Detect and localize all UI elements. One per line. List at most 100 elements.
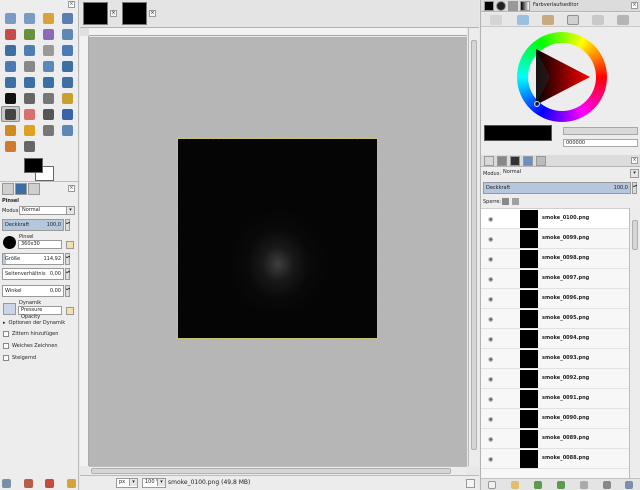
delete-options-icon[interactable]	[45, 479, 55, 488]
tool-options-close-icon[interactable]: ×	[68, 185, 75, 192]
gradient-editor-tab-label[interactable]: Farbverlaufseditor	[533, 2, 579, 8]
angle-spin[interactable]: ▴▾	[65, 285, 70, 297]
horizontal-scrollbar[interactable]	[89, 466, 467, 475]
reset-options-icon[interactable]	[66, 479, 76, 488]
colormap-tab[interactable]	[523, 156, 533, 166]
scales-selector-icon[interactable]	[592, 15, 604, 25]
layer-row[interactable]: ◉ smoke_0096.png	[481, 289, 629, 309]
paths-tool[interactable]	[58, 26, 77, 42]
opacity-spin[interactable]: ▴▾	[65, 219, 70, 231]
history-color-bar[interactable]	[563, 127, 638, 135]
angle-slider[interactable]: Winkel 0,00	[2, 285, 64, 297]
incremental-checkbox[interactable]	[3, 355, 9, 361]
eye-icon[interactable]: ◉	[488, 356, 493, 363]
eye-icon[interactable]: ◉	[488, 276, 493, 283]
delete-layer-icon[interactable]	[625, 480, 634, 489]
dynamics-select[interactable]: Pressure Opacity	[18, 306, 62, 320]
aspect-slider[interactable]: Seitenverhältnis 0,00	[2, 268, 64, 280]
airbrush-tool[interactable]	[39, 106, 58, 122]
brush-preview[interactable]	[3, 236, 16, 249]
color-picker-tool[interactable]	[1, 42, 20, 58]
colors-dock-close-icon[interactable]: ×	[631, 2, 638, 9]
save-options-icon[interactable]	[2, 479, 11, 488]
brushes-tab[interactable]	[496, 1, 506, 11]
blur-tool[interactable]	[58, 122, 77, 138]
layer-row[interactable]: ◉ smoke_0099.png	[481, 229, 629, 249]
foreground-select-tool[interactable]	[39, 26, 58, 42]
free-select-tool[interactable]	[39, 10, 58, 26]
cmyk-selector-icon[interactable]	[517, 15, 529, 25]
rect-select-tool[interactable]	[1, 10, 20, 26]
eye-icon[interactable]: ◉	[488, 296, 493, 303]
layers-mode-arrow[interactable]: ▾	[630, 169, 639, 178]
image-tab-2[interactable]	[122, 2, 147, 25]
layers-tab[interactable]	[484, 156, 494, 166]
perspective-clone-tool[interactable]	[39, 122, 58, 138]
scissors-select-tool[interactable]	[20, 26, 39, 42]
dodge-burn-tool[interactable]	[20, 138, 39, 154]
foreground-color-swatch[interactable]	[24, 158, 43, 173]
layer-row[interactable]: ◉ smoke_0088.png	[481, 449, 629, 469]
image-tab-2-close-icon[interactable]: ×	[149, 10, 156, 17]
image-canvas[interactable]	[177, 138, 378, 339]
layer-row[interactable]: ◉ smoke_0095.png	[481, 309, 629, 329]
raise-layer-icon[interactable]	[534, 480, 543, 489]
eye-icon[interactable]: ◉	[488, 396, 493, 403]
channels-tab[interactable]	[497, 156, 507, 166]
device-status-tab[interactable]	[2, 183, 14, 195]
smooth-checkbox[interactable]	[3, 343, 9, 349]
canvas-area[interactable]	[89, 37, 467, 466]
perspective-tool[interactable]	[20, 74, 39, 90]
foreground-color-display[interactable]	[484, 125, 552, 141]
eye-icon[interactable]: ◉	[488, 336, 493, 343]
blend-tool[interactable]	[39, 90, 58, 106]
clone-tool[interactable]	[1, 122, 20, 138]
restore-options-icon[interactable]	[23, 479, 33, 488]
layer-list-scrollbar-thumb[interactable]	[632, 220, 638, 250]
eye-icon[interactable]: ◉	[488, 316, 493, 323]
eye-icon[interactable]: ◉	[488, 216, 493, 223]
scale-tool[interactable]	[58, 58, 77, 74]
ellipse-select-tool[interactable]	[20, 10, 39, 26]
wheel-selector-icon[interactable]	[567, 15, 579, 25]
rotate-tool[interactable]	[39, 58, 58, 74]
horizontal-scrollbar-thumb[interactable]	[91, 468, 451, 474]
vertical-scrollbar[interactable]	[468, 28, 479, 466]
new-layer-icon[interactable]	[488, 480, 497, 489]
gradients-tab[interactable]	[520, 1, 530, 11]
color-triangle[interactable]	[528, 43, 596, 111]
crop-tool[interactable]	[20, 58, 39, 74]
heal-tool[interactable]	[20, 122, 39, 138]
shear-tool[interactable]	[1, 74, 20, 90]
palette-selector-icon[interactable]	[617, 15, 629, 25]
fg-color-tab[interactable]	[484, 1, 494, 11]
histogram-tab[interactable]	[536, 156, 546, 166]
layers-dock-close-icon[interactable]: ×	[631, 157, 638, 164]
bucket-fill-tool[interactable]	[20, 90, 39, 106]
undo-history-tab[interactable]	[28, 183, 40, 195]
ruler-corner[interactable]	[80, 28, 89, 36]
layer-row[interactable]: ◉ smoke_0098.png	[481, 249, 629, 269]
layer-row[interactable]: ◉ smoke_0093.png	[481, 349, 629, 369]
vertical-scrollbar-thumb[interactable]	[471, 40, 477, 450]
fg-bg-colors[interactable]	[24, 158, 54, 182]
zoom-select[interactable]: 100 % ▾	[142, 478, 166, 488]
lock-pixels-icon[interactable]	[502, 198, 509, 205]
layer-row[interactable]: ◉ smoke_0092.png	[481, 369, 629, 389]
jitter-checkbox[interactable]	[3, 331, 9, 337]
size-slider[interactable]: Größe 114,92	[2, 253, 64, 265]
select-by-color-tool[interactable]	[1, 26, 20, 42]
gimp-selector-icon[interactable]	[490, 15, 502, 25]
color-wheel[interactable]	[517, 32, 607, 122]
layer-row[interactable]: ◉ smoke_0090.png	[481, 409, 629, 429]
smooth-checkbox-row[interactable]: Weiches Zeichnen	[3, 343, 58, 349]
edit-brush-icon[interactable]	[66, 241, 74, 249]
hex-field[interactable]: 000000	[563, 139, 638, 147]
lock-alpha-icon[interactable]	[512, 198, 519, 205]
image-tab-1-close-icon[interactable]: ×	[110, 10, 117, 17]
eye-icon[interactable]: ◉	[488, 456, 493, 463]
incremental-checkbox-row[interactable]: Steigernd	[3, 355, 36, 361]
aspect-spin[interactable]: ▴▾	[65, 268, 70, 280]
paintbrush-tool[interactable]	[1, 106, 20, 122]
eye-icon[interactable]: ◉	[488, 416, 493, 423]
